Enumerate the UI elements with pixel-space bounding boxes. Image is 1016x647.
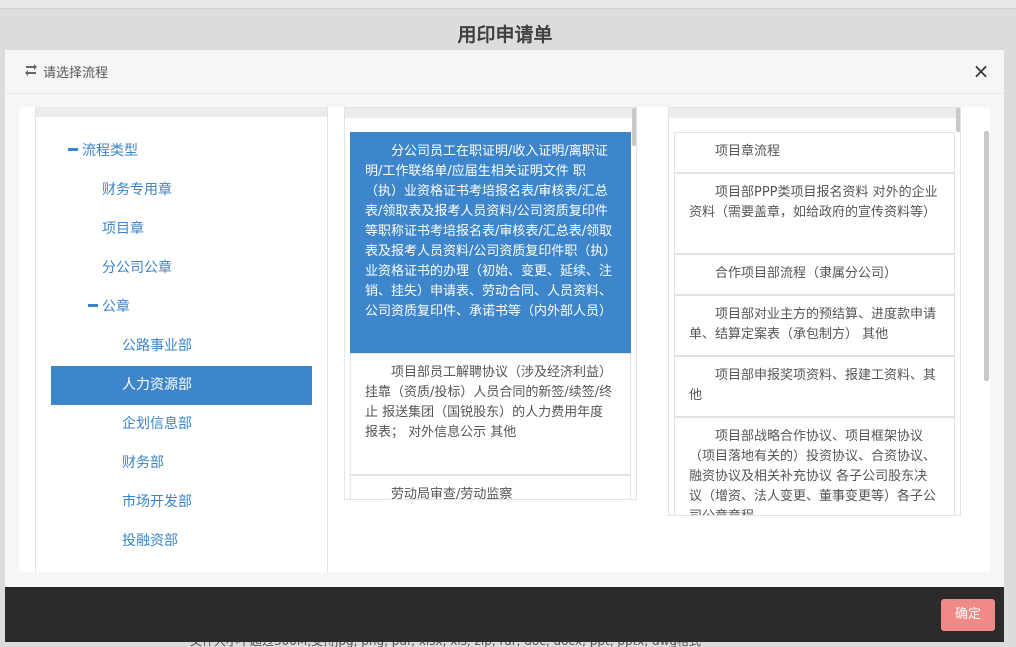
dialog-footer: 确定 (5, 587, 1004, 642)
dialog-header: 请选择流程 × (5, 50, 1004, 94)
dialog-body: 流程类型 财务专用章 项目章 分公司公章 公章 公路事业部 人力资源部 企划信息… (19, 107, 990, 572)
tree-node-label: 流程类型 (82, 143, 138, 159)
process-item[interactable]: 项目章流程 (674, 132, 955, 173)
list-header-bar (345, 108, 636, 118)
tree-node-process-type[interactable]: 流程类型 (68, 132, 138, 171)
process-item[interactable]: 项目部战略合作协议、项目框架协议（项目落地有关的）投资协议、合资协议、融资协议及… (674, 417, 955, 515)
collapse-icon[interactable] (68, 147, 78, 151)
tree-node-market-dept[interactable]: 市场开发部 (122, 483, 192, 522)
background-top-bar (0, 0, 1016, 9)
outer-scrollbar-thumb[interactable] (984, 131, 989, 381)
scrollbar-thumb[interactable] (632, 108, 636, 146)
refresh-icon[interactable] (23, 63, 41, 79)
tree-node-finance-seal[interactable]: 财务专用章 (102, 171, 172, 210)
process-type-tree: 流程类型 财务专用章 项目章 分公司公章 公章 公路事业部 人力资源部 企划信息… (35, 107, 328, 572)
tree-node-investment-dept[interactable]: 投融资部 (122, 522, 178, 561)
tree-node-finance-dept[interactable]: 财务部 (122, 444, 164, 483)
process-item[interactable]: 项目部对业主方的预结算、进度款申请单、结算定案表（承包制方） 其他 (674, 295, 955, 356)
tree-node-label: 公章 (102, 299, 130, 315)
tree-node-official-seal[interactable]: 公章 (88, 288, 130, 327)
tree-header-bar (36, 107, 327, 117)
select-process-dialog: 请选择流程 × 流程类型 财务专用章 项目章 分公司公章 公章 公路事业部 人力… (5, 50, 1004, 587)
process-item[interactable]: 项目部PPP类项目报名资料 对外的企业资料（需要盖章，如给政府的宣传资料等） (674, 173, 955, 254)
tree-node-planning-info-dept[interactable]: 企划信息部 (122, 405, 192, 444)
tree-node-branch-seal[interactable]: 分公司公章 (102, 249, 172, 288)
collapse-icon[interactable] (88, 303, 98, 307)
process-item[interactable]: 分公司员工在职证明/收入证明/离职证明/工作联络单/应届生相关证明文件 职（执）… (350, 132, 631, 353)
process-item[interactable]: 劳动局审查/劳动监察 (350, 475, 631, 499)
close-icon[interactable]: × (971, 60, 991, 82)
tree-node-highway-dept[interactable]: 公路事业部 (122, 327, 192, 366)
dialog-title: 请选择流程 (43, 66, 109, 81)
process-list-middle: 分公司员工在职证明/收入证明/离职证明/工作联络单/应届生相关证明文件 职（执）… (344, 107, 637, 500)
tree-node-project-seal[interactable]: 项目章 (102, 210, 144, 249)
process-item[interactable]: 合作项目部流程（隶属分公司） (674, 254, 955, 295)
page-title: 用印申请单 (457, 24, 553, 46)
list-header-bar (669, 108, 960, 118)
confirm-button[interactable]: 确定 (941, 599, 995, 631)
process-list-right: 项目章流程 项目部PPP类项目报名资料 对外的企业资料（需要盖章，如给政府的宣传… (668, 107, 961, 516)
process-item[interactable]: 项目部员工解聘协议（涉及经济利益） 挂靠（资质/投标）人员合同的新签/续签/终止… (350, 353, 631, 475)
process-item[interactable]: 项目部申报奖项资料、报建工资料、其他 (674, 356, 955, 417)
scrollbar-arrow[interactable] (956, 108, 960, 132)
tree-node-hr-dept[interactable]: 人力资源部 (51, 366, 312, 405)
